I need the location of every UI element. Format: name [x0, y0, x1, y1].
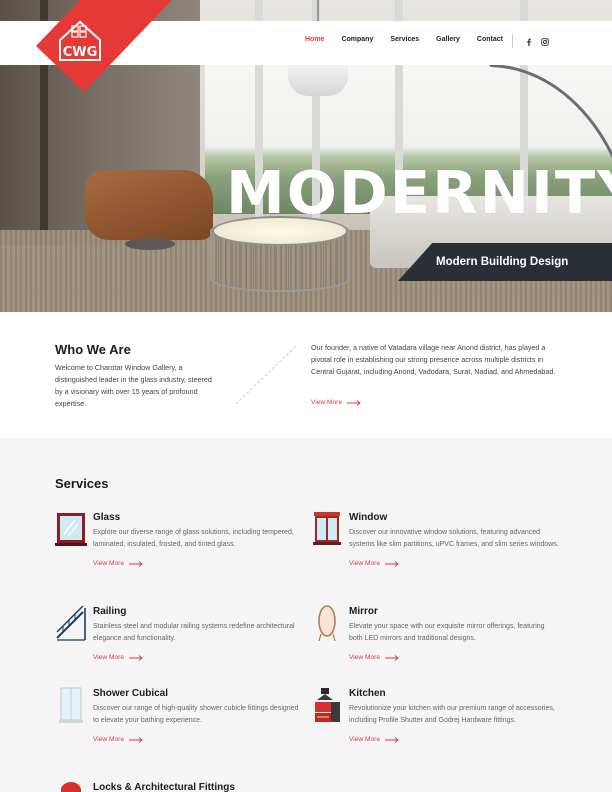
logo-graphic: CWG [36, 0, 172, 92]
svg-text:CWG: CWG [63, 45, 98, 60]
arrow-right-icon [129, 654, 143, 661]
main-nav: Home Company Services Gallery Contact [305, 36, 520, 43]
facebook-icon[interactable] [525, 38, 533, 46]
site-logo[interactable]: CWG [22, 0, 178, 92]
view-more-label: View More [93, 654, 125, 661]
view-more-label: View More [349, 654, 381, 661]
arrow-right-icon [347, 399, 361, 406]
hero-chair-base [125, 238, 175, 250]
arrow-right-icon [385, 736, 399, 743]
service-title: Locks & Architectural Fittings [93, 782, 235, 792]
service-title: Kitchen [349, 688, 386, 699]
shower-icon [59, 687, 83, 723]
nav-company[interactable]: Company [341, 36, 373, 43]
service-view-more-link[interactable]: View More [93, 654, 303, 661]
service-card-railing: Railing Stainless steel and modular rail… [56, 605, 303, 661]
nav-divider [512, 34, 513, 48]
service-view-more-link[interactable]: View More [93, 736, 303, 743]
view-more-label: View More [93, 560, 125, 567]
arrow-right-icon [129, 736, 143, 743]
view-more-label: View More [349, 560, 381, 567]
view-more-label: View More [311, 399, 343, 406]
service-title: Window [349, 512, 388, 523]
service-text: Elevate your space with our exquisite mi… [349, 623, 545, 642]
nav-home[interactable]: Home [305, 36, 324, 43]
view-more-label: View More [349, 736, 381, 743]
mirror-icon [318, 605, 336, 642]
about-section: Who We Are Welcome to Charotar Window Ga… [0, 312, 612, 438]
kitchen-icon [315, 688, 340, 722]
service-title: Glass [93, 512, 121, 523]
view-more-label: View More [93, 736, 125, 743]
service-view-more-link[interactable]: View More [349, 654, 559, 661]
window-icon [313, 512, 341, 545]
lock-icon [61, 782, 81, 792]
about-view-more-link[interactable]: View More [311, 399, 361, 406]
service-view-more-link[interactable]: View More [93, 560, 303, 567]
arrow-right-icon [385, 654, 399, 661]
services-section: Services Glass Explore our diverse range… [0, 438, 612, 792]
glass-icon [55, 513, 87, 546]
arrow-right-icon [385, 560, 399, 567]
service-title: Railing [93, 606, 127, 617]
about-lead: Welcome to Charotar Window Gallery, a di… [55, 363, 212, 408]
hero-chair [85, 170, 213, 240]
hero-title: MODERNITY [226, 158, 612, 227]
service-title: Shower Cubical [93, 688, 169, 699]
hero-lamp [288, 64, 348, 96]
service-title: Mirror [349, 606, 378, 617]
service-text: Stainless steel and modular railing syst… [93, 623, 295, 642]
service-text: Discover our range of high-quality showe… [93, 705, 299, 724]
about-heading: Who We Are [55, 342, 131, 357]
decorative-divider-line [235, 345, 297, 405]
service-card-shower-cubical: Shower Cubical Discover our range of hig… [59, 687, 303, 743]
arrow-right-icon [129, 560, 143, 567]
service-card-kitchen: Kitchen Revolutionize your kitchen with … [315, 688, 559, 743]
service-text: Discover our innovative window solutions… [349, 529, 559, 548]
services-heading: Services [55, 476, 109, 491]
hero-tagline: Modern Building Design [398, 243, 612, 281]
service-card-glass: Glass Explore our diverse range of glass… [55, 512, 303, 567]
service-text: Explore our diverse range of glass solut… [93, 529, 294, 548]
service-card-locks: Locks & Architectural Fittings [61, 782, 353, 792]
nav-contact[interactable]: Contact [477, 36, 503, 43]
service-card-mirror: Mirror Elevate your space with our exqui… [318, 605, 559, 661]
railing-icon [56, 605, 86, 641]
about-body: Our founder, a native of Vatadara villag… [311, 343, 556, 376]
service-card-window: Window Discover our innovative window so… [313, 512, 559, 567]
service-view-more-link[interactable]: View More [349, 736, 559, 743]
service-view-more-link[interactable]: View More [349, 560, 559, 567]
instagram-icon[interactable] [541, 38, 549, 46]
service-text: Revolutionize your kitchen with our prem… [349, 705, 555, 724]
nav-services[interactable]: Services [390, 36, 419, 43]
nav-gallery[interactable]: Gallery [436, 36, 460, 43]
